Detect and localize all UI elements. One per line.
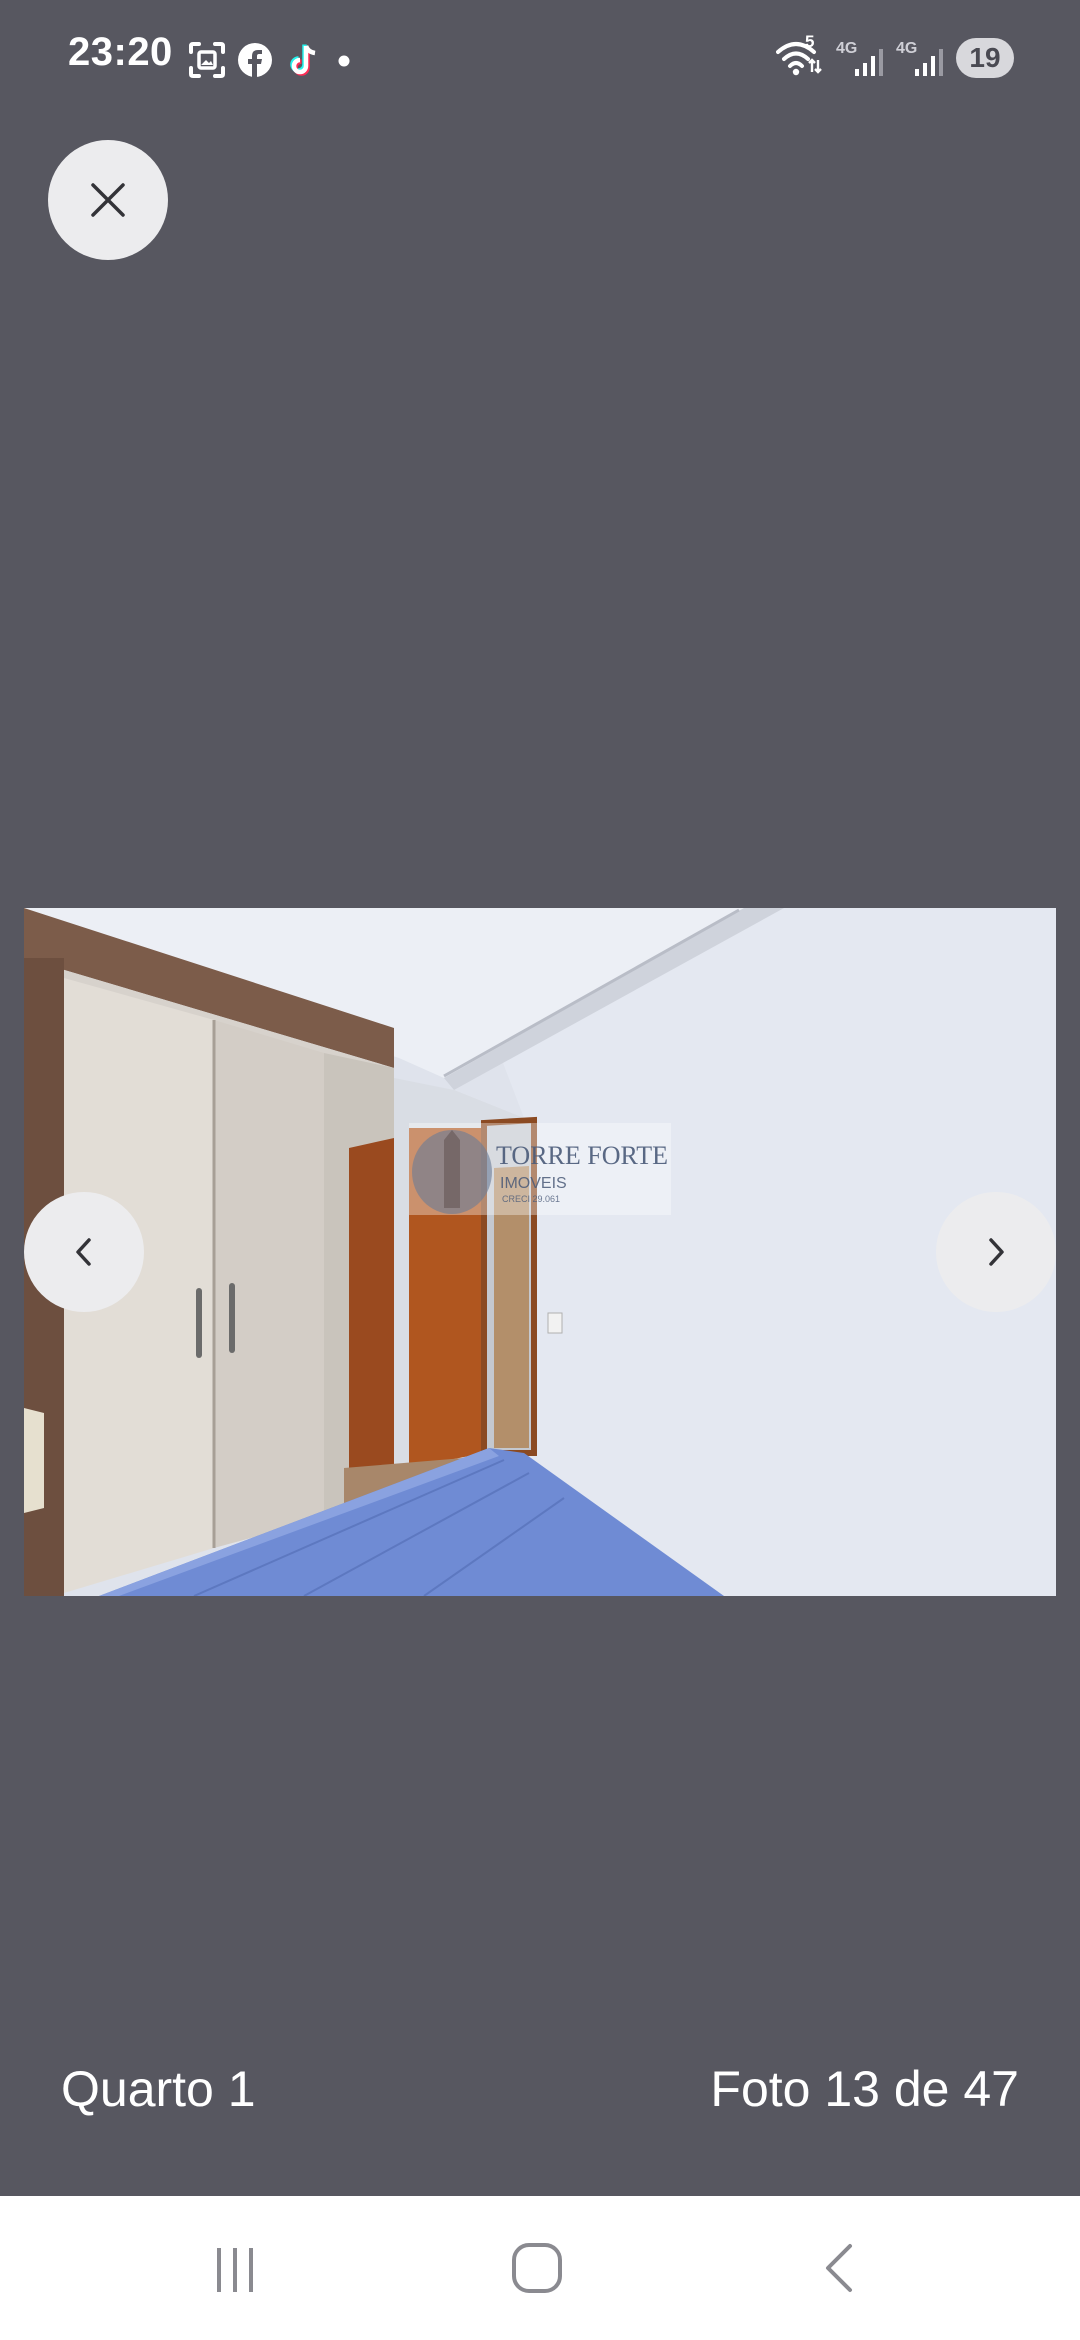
- chevron-left-icon: [76, 1238, 91, 1266]
- notification-icons: [188, 40, 356, 80]
- wifi-icon: 5: [776, 32, 824, 78]
- status-time: 23:20: [68, 30, 173, 74]
- chevron-right-icon: [989, 1238, 1004, 1266]
- signal-icon: [855, 49, 883, 76]
- close-button[interactable]: [48, 140, 168, 260]
- next-photo-button[interactable]: [936, 1192, 1056, 1312]
- recents-icon: [217, 2248, 253, 2292]
- back-button[interactable]: [800, 2228, 880, 2308]
- back-icon: [826, 2244, 852, 2292]
- status-bar: 23:20 5 4G 4G 19: [0, 0, 1080, 120]
- dot-icon: [332, 41, 356, 79]
- signal-icon: [915, 49, 943, 76]
- network-2: 4G: [896, 38, 944, 78]
- watermark-registration: CRECI 29.061: [502, 1194, 560, 1204]
- navigation-bar: [0, 2196, 1080, 2340]
- facebook-icon: [236, 41, 274, 79]
- photo-counter: Foto 13 de 47: [710, 2061, 1019, 2117]
- system-status-icons: 5 4G 4G 19: [776, 32, 1014, 80]
- photo-title: Quarto 1: [61, 2061, 256, 2117]
- home-button[interactable]: [497, 2228, 577, 2308]
- watermark-emblem: [412, 1130, 492, 1214]
- network-1: 4G: [836, 38, 884, 78]
- watermark-title: TORRE FORTE: [496, 1141, 668, 1170]
- recents-button[interactable]: [195, 2228, 275, 2308]
- screenshot-icon: [188, 41, 226, 79]
- previous-photo-button[interactable]: [24, 1192, 144, 1312]
- close-icon: [91, 183, 125, 217]
- wifi-label: 5: [805, 32, 815, 51]
- tiktok-icon: [284, 41, 322, 79]
- watermark-subtitle: IMOVEIS: [500, 1175, 567, 1192]
- property-photo[interactable]: TORRE FORTE IMOVEIS CRECI 29.061: [24, 908, 1056, 1596]
- home-icon: [512, 2243, 562, 2293]
- battery-indicator: 19: [956, 38, 1014, 78]
